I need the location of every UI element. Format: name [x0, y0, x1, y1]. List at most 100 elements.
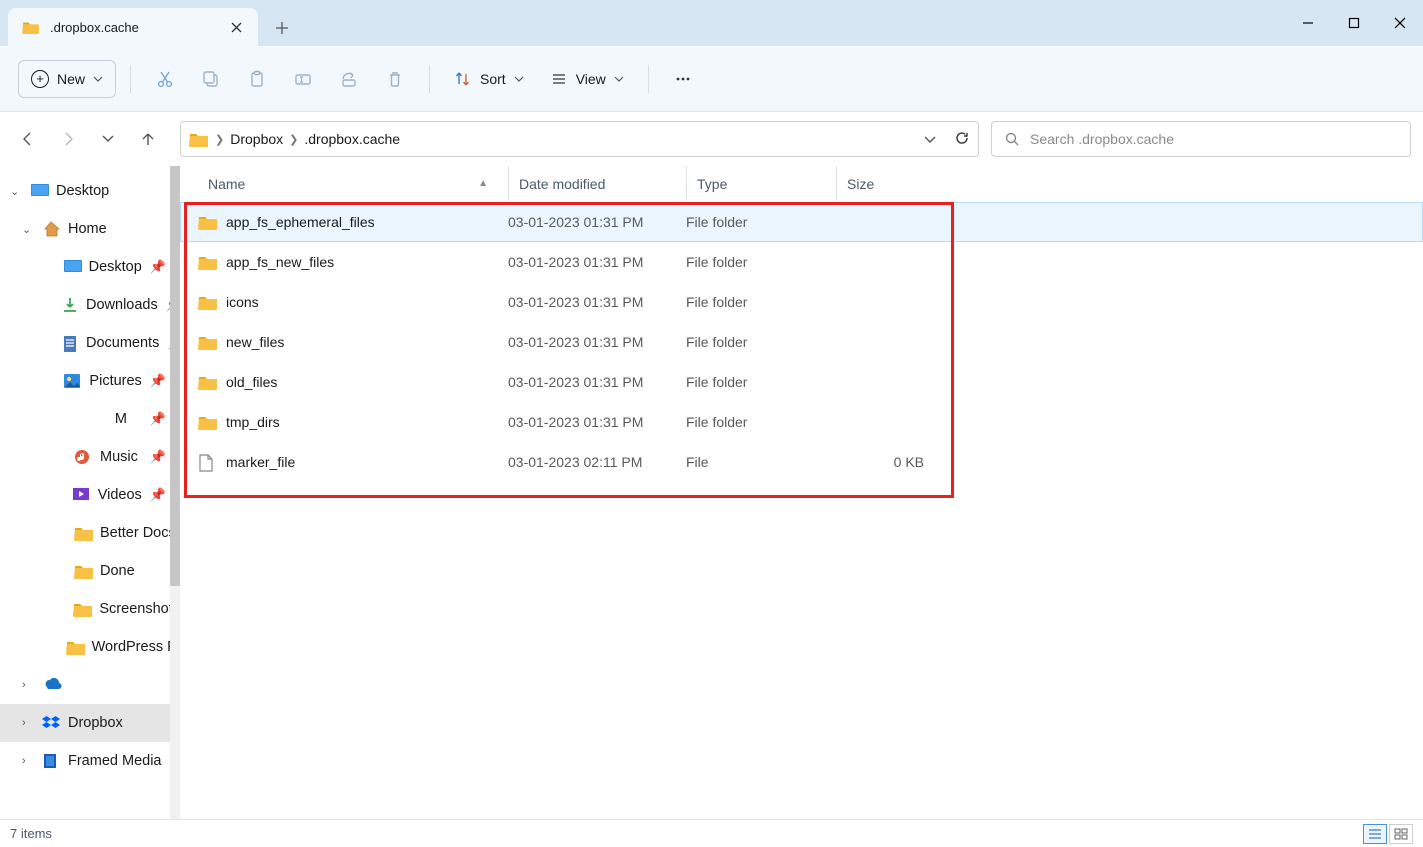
file-name: tmp_dirs — [226, 414, 280, 430]
tab-title: .dropbox.cache — [50, 20, 218, 35]
column-header-date[interactable]: Date modified — [508, 166, 686, 201]
tree-item[interactable]: Pictures📌 — [0, 362, 180, 400]
view-label: View — [576, 71, 606, 87]
folder-icon — [73, 601, 91, 617]
scrollbar-thumb[interactable] — [170, 166, 180, 586]
column-header-type[interactable]: Type — [686, 166, 836, 201]
forward-button[interactable] — [56, 127, 80, 151]
address-history-button[interactable] — [924, 131, 936, 147]
tree-item[interactable]: ⌄Desktop — [0, 172, 180, 210]
folder-icon — [198, 374, 216, 390]
window-controls — [1285, 0, 1423, 46]
file-row[interactable]: app_fs_ephemeral_files03-01-2023 01:31 P… — [180, 202, 1423, 242]
tree-item-label: Videos — [98, 487, 142, 503]
file-icon — [198, 454, 216, 470]
nav-arrows — [8, 127, 168, 151]
search-input[interactable] — [1030, 131, 1398, 147]
plus-circle-icon: + — [31, 70, 49, 88]
file-pane: Name▲ Date modified Type Size app_fs_eph… — [180, 166, 1423, 819]
tree-item[interactable]: ›Framed Media — [0, 742, 180, 780]
folder-icon — [198, 214, 216, 230]
maximize-button[interactable] — [1331, 0, 1377, 46]
address-bar[interactable]: ❯ Dropbox ❯ .dropbox.cache — [180, 121, 979, 157]
file-row[interactable]: new_files03-01-2023 01:31 PMFile folder — [180, 322, 1423, 362]
new-button[interactable]: + New — [18, 60, 116, 98]
folder-icon — [74, 525, 92, 541]
rename-button[interactable] — [283, 60, 323, 98]
music-icon — [74, 449, 92, 465]
minimize-button[interactable] — [1285, 0, 1331, 46]
tree-item[interactable]: Videos 📌 — [0, 476, 180, 514]
chevron-down-icon — [614, 76, 624, 82]
tree-item[interactable]: ⌄Home — [0, 210, 180, 248]
pictures-icon — [63, 373, 81, 389]
chevron-down-icon — [514, 76, 524, 82]
tree-item[interactable]: Done — [0, 552, 180, 590]
copy-button[interactable] — [191, 60, 231, 98]
file-row[interactable]: old_files 03-01-2023 01:31 PMFile folder — [180, 362, 1423, 402]
file-date: 03-01-2023 01:31 PM — [508, 334, 686, 350]
column-header-size[interactable]: Size — [836, 166, 930, 201]
scissors-icon — [155, 69, 175, 89]
file-name: old_files — [226, 374, 277, 390]
monitor-icon — [30, 183, 48, 199]
sort-indicator-icon: ▲ — [478, 178, 488, 189]
tree-item[interactable]: Desktop📌 — [0, 248, 180, 286]
tree-item[interactable]: Downloads📌 — [0, 286, 180, 324]
new-tab-button[interactable] — [264, 10, 300, 46]
tree-item[interactable]: › — [0, 666, 180, 704]
file-date: 03-01-2023 01:31 PM — [508, 374, 686, 390]
chevron-down-icon — [93, 76, 103, 82]
file-type: File — [686, 454, 836, 470]
recent-locations-button[interactable] — [96, 127, 120, 151]
document-icon — [62, 335, 78, 351]
paste-button[interactable] — [237, 60, 277, 98]
more-button[interactable] — [663, 60, 703, 98]
trash-icon — [385, 69, 405, 89]
file-row[interactable]: marker_file03-01-2023 02:11 PMFile0 KB — [180, 442, 1423, 482]
file-row[interactable]: icons03-01-2023 01:31 PMFile folder — [180, 282, 1423, 322]
file-list: app_fs_ephemeral_files03-01-2023 01:31 P… — [180, 202, 1423, 482]
pin-icon: 📌 — [150, 373, 166, 389]
view-button[interactable]: View — [540, 60, 634, 98]
tree-item[interactable]: Documents📌 — [0, 324, 180, 362]
thumbnails-view-toggle[interactable] — [1389, 824, 1413, 844]
delete-button[interactable] — [375, 60, 415, 98]
tab-current[interactable]: .dropbox.cache — [8, 8, 258, 46]
chevron-down-icon: ⌄ — [22, 223, 34, 236]
tree-item[interactable]: ›Dropbox — [0, 704, 180, 742]
tree-item[interactable]: Better Docs — [0, 514, 180, 552]
sidebar-scrollbar[interactable] — [170, 166, 180, 819]
up-button[interactable] — [136, 127, 160, 151]
share-button[interactable] — [329, 60, 369, 98]
videos-icon — [72, 487, 90, 503]
tree-item[interactable]: M📌 — [0, 400, 180, 438]
folder-icon — [198, 414, 216, 430]
folder-icon — [198, 254, 216, 270]
tab-strip: .dropbox.cache — [0, 0, 300, 46]
clipboard-icon — [247, 69, 267, 89]
close-button[interactable] — [1377, 0, 1423, 46]
details-view-toggle[interactable] — [1363, 824, 1387, 844]
pin-icon: 📌 — [150, 487, 166, 503]
file-date: 03-01-2023 02:11 PM — [508, 454, 686, 470]
folder-icon — [189, 131, 209, 147]
tree-item-label: Framed Media — [68, 753, 161, 769]
tree-item[interactable]: Screenshots — [0, 590, 180, 628]
file-row[interactable]: app_fs_new_files03-01-2023 01:31 PMFile … — [180, 242, 1423, 282]
breadcrumb-segment[interactable]: Dropbox — [230, 131, 283, 147]
refresh-button[interactable] — [954, 130, 970, 149]
file-type: File folder — [686, 374, 836, 390]
tree-item[interactable]: WordPress Pi — [0, 628, 180, 666]
breadcrumb-segment[interactable]: .dropbox.cache — [304, 131, 400, 147]
cut-button[interactable] — [145, 60, 185, 98]
file-row[interactable]: tmp_dirs03-01-2023 01:31 PMFile folder — [180, 402, 1423, 442]
search-box[interactable] — [991, 121, 1411, 157]
dropbox-icon — [42, 715, 60, 731]
column-header-name[interactable]: Name▲ — [204, 166, 508, 201]
tree-item-label: Screenshots — [99, 601, 180, 617]
back-button[interactable] — [16, 127, 40, 151]
tree-item[interactable]: Music📌 — [0, 438, 180, 476]
sort-button[interactable]: Sort — [444, 60, 534, 98]
tab-close-button[interactable] — [228, 19, 244, 35]
